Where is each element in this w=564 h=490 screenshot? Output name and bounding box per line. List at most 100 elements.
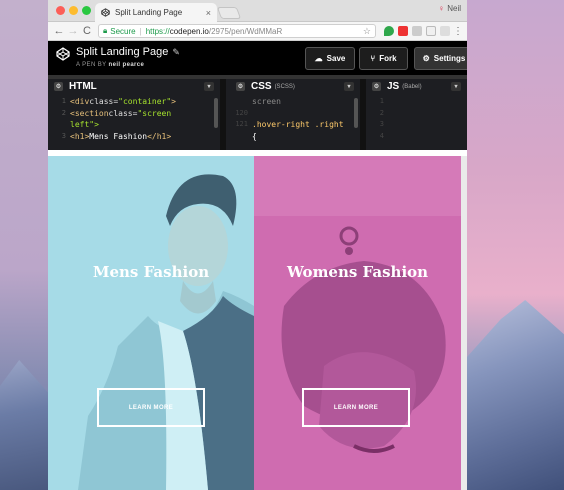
code-token: <h1> bbox=[70, 131, 90, 141]
address-bar[interactable]: 🔒︎ Secure | https:// codepen.io /2975/pe… bbox=[98, 24, 376, 38]
code-line: 120 bbox=[230, 108, 360, 120]
html-dropdown-chevron-icon[interactable]: ▾ bbox=[204, 82, 214, 91]
line-number: 4 bbox=[379, 131, 384, 140]
css-editor-header: ⚙ CSS (SCSS) ▾ bbox=[230, 79, 360, 94]
pen-author[interactable]: neil pearce bbox=[109, 62, 145, 68]
code-token: class= bbox=[108, 108, 138, 118]
code-token: </h1> bbox=[147, 131, 172, 141]
code-line: 1 bbox=[366, 96, 467, 108]
code-token: "container" bbox=[118, 97, 172, 106]
css-editor-title: CSS bbox=[251, 81, 272, 92]
settings-button[interactable]: ⚙ Settings bbox=[414, 47, 467, 70]
html-editor[interactable]: ⚙ HTML ▾ 1 <div class= "container" > 2 <sec… bbox=[48, 79, 220, 150]
html-editor-header: ⚙ HTML ▾ bbox=[48, 79, 220, 94]
mens-fashion-heading: Mens Fashion bbox=[92, 263, 210, 281]
css-editor[interactable]: ⚙ CSS (SCSS) ▾ screen 120 121 .hover-righ… bbox=[230, 79, 360, 150]
browser-tab[interactable]: Split Landing Page × bbox=[95, 3, 217, 22]
css-scrollbar[interactable] bbox=[354, 98, 358, 128]
resize-handle[interactable] bbox=[220, 79, 226, 150]
extension-light-icon[interactable] bbox=[440, 26, 450, 36]
line-number: 121 bbox=[235, 120, 248, 128]
bookmark-star-icon[interactable]: ☆ bbox=[363, 26, 371, 37]
extension-red-icon[interactable] bbox=[398, 26, 408, 36]
line-number: 1 bbox=[61, 97, 66, 105]
tab-title: Split Landing Page bbox=[115, 8, 183, 17]
code-token: > bbox=[171, 97, 176, 106]
html-editor-title: HTML bbox=[69, 81, 97, 92]
zoom-window-button[interactable] bbox=[82, 6, 91, 15]
womens-learn-more-button[interactable]: LEARN MORE bbox=[302, 388, 410, 427]
code-line: 2 <section class= "screen bbox=[48, 108, 220, 120]
code-line: 4 bbox=[366, 131, 467, 143]
code-line: 1 <div class= "container" > bbox=[48, 96, 220, 108]
browser-window: Split Landing Page × ♀ Neil ← → C 🔒︎ Sec… bbox=[48, 0, 467, 490]
code-line: 121 .hover-right .right bbox=[230, 119, 360, 131]
back-button[interactable]: ← bbox=[52, 22, 66, 41]
pen-title-text: Split Landing Page bbox=[76, 46, 169, 58]
code-token: class= bbox=[89, 97, 119, 106]
css-code[interactable]: screen 120 121 .hover-right .right { bbox=[230, 94, 360, 142]
preview-scrollbar[interactable] bbox=[461, 156, 467, 490]
js-editor-header: ⚙ JS (Babel) ▾ bbox=[366, 79, 467, 94]
forward-button[interactable]: → bbox=[66, 22, 80, 41]
pencil-icon[interactable]: ✎ bbox=[172, 47, 180, 58]
css-settings-gear-icon[interactable]: ⚙ bbox=[236, 82, 245, 91]
js-code[interactable]: 1 2 3 4 bbox=[366, 94, 467, 142]
save-label: Save bbox=[326, 54, 346, 63]
code-line: screen bbox=[230, 96, 360, 108]
mens-learn-more-button[interactable]: LEARN MORE bbox=[97, 388, 205, 427]
fork-button[interactable]: ⑂ Fork bbox=[359, 47, 408, 70]
html-scrollbar[interactable] bbox=[214, 98, 218, 128]
codepen-logo-icon[interactable] bbox=[56, 47, 70, 61]
css-editor-preprocessor: (SCSS) bbox=[274, 83, 295, 90]
browser-menu-icon[interactable]: ⋮ bbox=[453, 26, 463, 37]
line-number bbox=[230, 131, 252, 143]
mens-fashion-photo bbox=[48, 156, 254, 490]
code-token: <div bbox=[70, 97, 90, 106]
mens-fashion-section[interactable]: Mens Fashion LEARN MORE bbox=[48, 156, 254, 490]
code-token: Mens Fashion bbox=[89, 131, 148, 141]
womens-fashion-photo bbox=[254, 156, 461, 490]
profile-button[interactable]: ♀ Neil bbox=[438, 4, 461, 13]
save-button[interactable]: ☁ Save bbox=[305, 47, 355, 70]
secure-label: Secure bbox=[110, 26, 136, 36]
lock-icon: 🔒︎ bbox=[103, 26, 108, 35]
line-number bbox=[230, 96, 252, 108]
line-number: 2 bbox=[379, 108, 384, 117]
url-scheme: https:// bbox=[145, 26, 170, 36]
code-token: { bbox=[252, 131, 257, 141]
line-number bbox=[48, 119, 70, 131]
gear-icon: ⚙ bbox=[422, 54, 430, 63]
code-line: left"> bbox=[48, 119, 220, 131]
womens-fashion-section[interactable]: Womens Fashion LEARN MORE bbox=[254, 156, 461, 490]
js-dropdown-chevron-icon[interactable]: ▾ bbox=[451, 82, 461, 91]
code-token: left"> bbox=[70, 120, 99, 129]
css-dropdown-chevron-icon[interactable]: ▾ bbox=[344, 82, 354, 91]
js-settings-gear-icon[interactable]: ⚙ bbox=[372, 82, 381, 91]
url-path: /2975/pen/WdMMaR bbox=[208, 26, 283, 36]
js-editor[interactable]: ⚙ JS (Babel) ▾ 1 2 3 4 bbox=[366, 79, 467, 150]
js-editor-title: JS bbox=[387, 81, 400, 92]
line-number: 3 bbox=[61, 131, 66, 140]
code-line: 2 bbox=[366, 108, 467, 120]
code-token: "screen bbox=[137, 108, 172, 118]
fork-label: Fork bbox=[379, 54, 397, 63]
extension-grey-icon[interactable] bbox=[412, 26, 422, 36]
close-tab-icon[interactable]: × bbox=[206, 8, 211, 18]
html-code[interactable]: 1 <div class= "container" > 2 <section clas… bbox=[48, 94, 220, 142]
close-window-button[interactable] bbox=[56, 6, 65, 15]
address-separator: | bbox=[139, 26, 142, 36]
code-line: 3 bbox=[366, 119, 467, 131]
minimize-window-button[interactable] bbox=[69, 6, 78, 15]
new-tab-button[interactable] bbox=[216, 7, 242, 19]
profile-name: Neil bbox=[447, 4, 461, 13]
extension-box-icon[interactable] bbox=[426, 26, 436, 36]
url-host: codepen.io bbox=[169, 26, 209, 36]
code-token: <section bbox=[70, 108, 109, 118]
line-number: 2 bbox=[61, 108, 66, 117]
reload-button[interactable]: C bbox=[80, 22, 94, 41]
html-settings-gear-icon[interactable]: ⚙ bbox=[54, 82, 63, 91]
fork-icon: ⑂ bbox=[370, 54, 376, 63]
extension-evernote-icon[interactable] bbox=[384, 26, 394, 36]
line-number: 3 bbox=[379, 120, 384, 128]
